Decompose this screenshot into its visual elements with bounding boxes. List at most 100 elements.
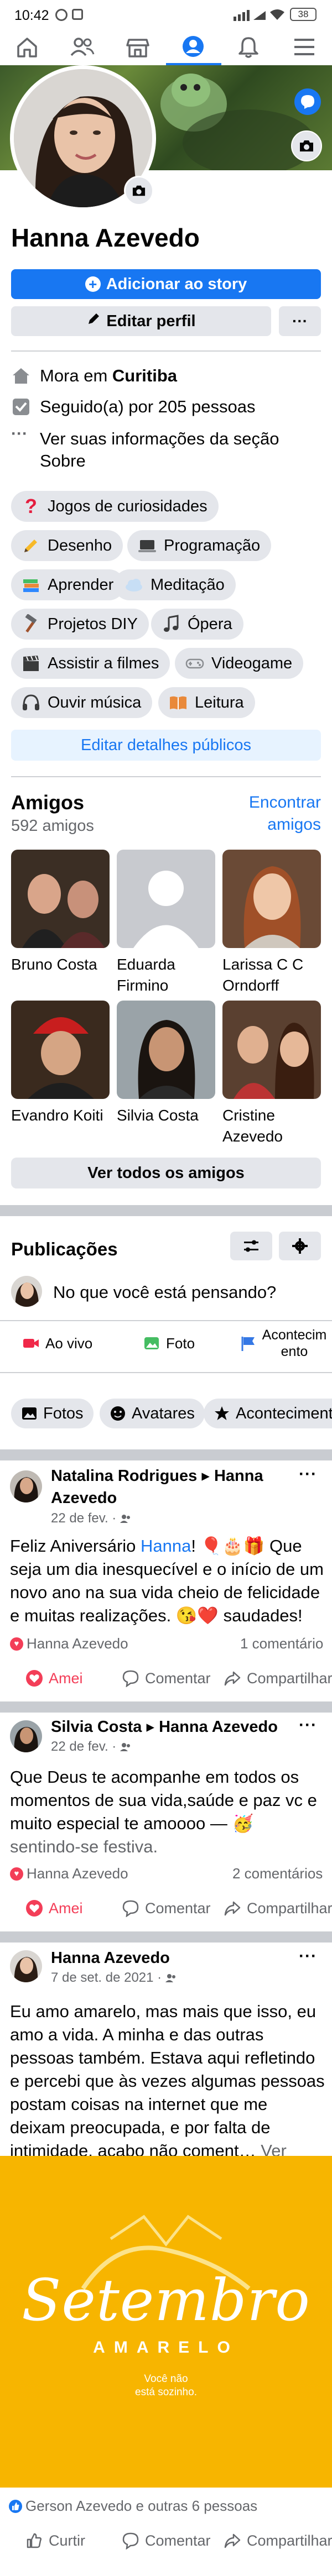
profile-more-button[interactable]: ··· (279, 306, 321, 336)
post-options-button[interactable]: ··· (299, 1947, 317, 1966)
live-button[interactable]: Ao vivo (22, 1334, 92, 1352)
find-friends-link[interactable]: Encontrar amigos (232, 792, 321, 836)
friend-photo[interactable] (117, 1001, 215, 1099)
interest-pill[interactable]: Projetos DIY (11, 609, 149, 640)
cover-camera-icon[interactable] (291, 130, 322, 161)
add-story-button[interactable]: + Adicionar ao story (11, 269, 321, 299)
interest-pill[interactable]: Videogame (175, 648, 304, 679)
comment-label: Comentar (145, 1899, 211, 1917)
lives-city[interactable]: Curitiba (112, 366, 177, 385)
post-options-button[interactable]: ··· (299, 1716, 317, 1735)
comment-button[interactable]: Comentar (122, 2532, 211, 2550)
bell-icon[interactable] (237, 35, 260, 59)
love-button[interactable]: Amei (25, 1899, 83, 1917)
reactions-summary[interactable]: ♥ Hanna Azevedo (10, 1865, 128, 1882)
followers-text[interactable]: Seguido(a) por 205 pessoas (40, 396, 255, 418)
interest-pill[interactable]: Desenho (11, 530, 123, 561)
post-author[interactable]: Natalina Rodrigues (51, 1467, 197, 1485)
settings-button[interactable] (279, 1232, 321, 1260)
home-icon[interactable] (15, 35, 39, 59)
see-all-friends-button[interactable]: Ver todos os amigos (11, 1158, 321, 1188)
post-target[interactable]: Hanna Azevedo (159, 1718, 278, 1736)
interest-pill[interactable]: ? Jogos de curiosidades (11, 491, 219, 522)
comment-button[interactable]: Comentar (122, 1899, 211, 1918)
profile-name: Hanna Azevedo (11, 223, 200, 252)
post-author-avatar[interactable] (10, 1720, 42, 1752)
lives-in-text: Mora em Curitiba (40, 365, 177, 387)
filter-button[interactable] (230, 1232, 272, 1260)
interest-label: Videogame (211, 654, 293, 672)
love-reaction-icon: ♥ (10, 1867, 23, 1881)
comment-button[interactable]: Comentar (122, 1669, 211, 1688)
interest-pill[interactable]: Assistir a filmes (11, 648, 170, 679)
friend-name[interactable]: Cristine Azevedo (222, 1105, 322, 1147)
divider (0, 1320, 332, 1321)
friend-name[interactable]: Larissa C C Orndorff (222, 954, 322, 996)
profile-tab-icon[interactable] (181, 34, 205, 59)
messenger-icon[interactable] (294, 88, 321, 115)
reactions-summary[interactable]: ♥ Hanna Azevedo (10, 1635, 128, 1652)
rss-icon (11, 397, 31, 417)
friend-name[interactable]: Silvia Costa (117, 1105, 216, 1126)
question-icon: ? (25, 495, 37, 517)
composer-avatar (11, 1276, 42, 1307)
interest-label: Jogos de curiosidades (48, 497, 208, 515)
share-label: Compartilhar (247, 1899, 332, 1917)
event-button[interactable]: Acontecimento (239, 1327, 332, 1360)
post-date: 22 de fev. · (51, 1511, 131, 1526)
post-author-avatar[interactable] (10, 1950, 42, 1982)
post-date-text: 22 de fev. · (51, 1739, 117, 1754)
friend-photo[interactable] (11, 1001, 110, 1099)
love-label: Amei (49, 1899, 83, 1917)
avatar-camera-icon[interactable] (124, 176, 154, 206)
interest-pill[interactable]: Aprender (11, 569, 125, 600)
share-button[interactable]: Compartilhar (224, 1669, 332, 1687)
reactions-summary[interactable]: Gerson Azevedo e outras 6 pessoas (9, 2498, 257, 2515)
friend-photo[interactable] (222, 850, 321, 948)
post-text-part: Que Deus te acompanhe em todos os moment… (10, 1767, 317, 1833)
friend-name[interactable]: Eduarda Firmino (117, 954, 216, 996)
share-button[interactable]: Compartilhar (224, 1899, 332, 1917)
love-reaction-icon: ♥ (10, 1637, 23, 1651)
interest-pill[interactable]: Leitura (158, 687, 255, 718)
friend-photo[interactable] (117, 850, 215, 948)
friend-photo[interactable] (11, 850, 110, 948)
friend-name[interactable]: Evandro Koiti (11, 1105, 111, 1126)
section-separator (0, 1701, 332, 1713)
filter-chip-events[interactable]: Acontecimentos (204, 1399, 332, 1428)
signal-icon (232, 9, 266, 21)
about-more-link[interactable]: Ver suas informações da seção Sobre (40, 428, 317, 472)
comments-count[interactable]: 1 comentário (240, 1635, 323, 1652)
share-button[interactable]: Compartilhar (224, 2532, 332, 2549)
notification-icon (72, 9, 83, 20)
like-reaction-icon (9, 2499, 22, 2513)
filter-chip-avatars[interactable]: Avatares (100, 1399, 205, 1428)
post-mention[interactable]: Hanna (141, 1536, 191, 1556)
interest-pill[interactable]: Ouvir música (11, 687, 153, 718)
post-author[interactable]: Silvia Costa (51, 1718, 142, 1736)
like-button[interactable]: Curtir (25, 2532, 85, 2549)
edit-profile-button[interactable]: Editar perfil (11, 306, 271, 336)
alarm-icon (55, 9, 68, 21)
post-author[interactable]: Hanna Azevedo (51, 1947, 170, 1969)
clapper-icon (21, 653, 41, 673)
marketplace-icon[interactable] (126, 35, 149, 59)
love-button[interactable]: Amei (25, 1669, 83, 1687)
comments-count[interactable]: 2 comentários (232, 1865, 323, 1882)
post-image[interactable]: Setembro AMARELO Você não está sozinho. (0, 2156, 332, 2488)
edit-public-details-button[interactable]: Editar detalhes públicos (11, 730, 321, 761)
interest-pill[interactable]: Ópera (151, 609, 243, 640)
menu-icon[interactable] (293, 36, 315, 57)
interest-pill[interactable]: Programação (127, 530, 272, 561)
reactor-name: Hanna Azevedo (27, 1865, 128, 1882)
composer-input[interactable]: No que você está pensando? (53, 1281, 276, 1303)
post-author-avatar[interactable] (10, 1470, 42, 1502)
interest-label: Assistir a filmes (48, 654, 159, 672)
interest-pill[interactable]: Meditação (114, 569, 236, 600)
filter-chip-photos[interactable]: Fotos (11, 1399, 94, 1428)
post-options-button[interactable]: ··· (299, 1465, 317, 1484)
friend-photo[interactable] (222, 1001, 321, 1099)
friend-name[interactable]: Bruno Costa (11, 954, 111, 975)
photo-button[interactable]: Foto (143, 1334, 195, 1352)
friends-icon[interactable] (70, 35, 95, 59)
